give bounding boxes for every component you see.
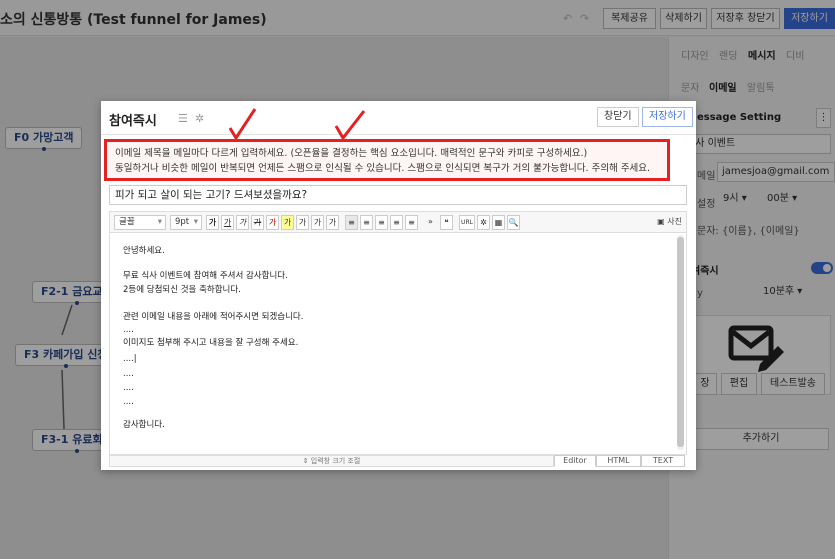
subscript-button[interactable]: 가: [311, 215, 324, 230]
warning-line: 동일하거나 비슷한 메일이 반복되면 언제든 스팸으로 인식될 수 있습니다. …: [115, 163, 651, 174]
body-line: 무료 식사 이벤트에 참여해 주셔서 감사합니다.: [123, 271, 288, 281]
font-size-select[interactable]: 9pt ▾: [170, 215, 202, 230]
body-line: 관련 이메일 내용을 아래에 적어주시면 되겠습니다.: [123, 312, 304, 322]
editor-resize-handle[interactable]: ⇕ 입력창 크기 조절: [109, 455, 554, 467]
list-icon[interactable]: ☰: [178, 112, 188, 125]
body-line: ....: [123, 397, 134, 407]
save-modal-button[interactable]: 저장하기: [642, 107, 693, 127]
table-button[interactable]: ▦: [492, 215, 505, 230]
close-modal-button[interactable]: 창닫기: [597, 107, 639, 127]
tab-text[interactable]: TEXT: [641, 455, 685, 467]
editor-scrollbar-thumb[interactable]: [677, 237, 684, 447]
body-line: ....: [123, 325, 134, 335]
tab-html[interactable]: HTML: [596, 455, 641, 467]
body-line: ....: [123, 369, 134, 379]
find-button[interactable]: 🔍: [507, 215, 520, 230]
body-line: 이미지도 첨부해 주시고 내용을 잘 구성해 주세요.: [123, 338, 299, 348]
quote-button[interactable]: ❝: [440, 215, 453, 230]
superscript-button[interactable]: 가: [296, 215, 309, 230]
modal-title: 참여즉시: [109, 114, 157, 129]
gear-icon[interactable]: ✲: [195, 112, 204, 125]
email-editor-modal: 참여즉시 ☰ ✲ 창닫기 저장하기 이메일 제목을 메일마다 다르게 입력하세요…: [101, 101, 696, 470]
font-family-select[interactable]: 글꼴 ▾: [114, 215, 166, 230]
italic-button[interactable]: 가: [236, 215, 249, 230]
annotation-check-icon: [334, 110, 366, 140]
justify-button[interactable]: ≡: [390, 215, 403, 230]
font-color-button[interactable]: 가: [266, 215, 279, 230]
line-height-button[interactable]: ≡: [405, 215, 418, 230]
more-tools-button[interactable]: »: [424, 215, 437, 230]
align-right-button[interactable]: ≡: [375, 215, 388, 230]
underline-button[interactable]: 가: [221, 215, 234, 230]
editor-toolbar: 글꼴 ▾ 9pt ▾ 가 가 가 가 가 가 가 가 가 ≡ ≡ ≡ ≡ ≡ » ❝…: [109, 211, 687, 233]
body-line: ....: [123, 383, 134, 393]
subject-warning-notice: 이메일 제목을 메일마다 다르게 입력하세요. (오픈율을 결정하는 핵심 요소…: [104, 139, 670, 181]
special-char-button[interactable]: ✲: [477, 215, 490, 230]
tab-editor[interactable]: Editor: [554, 455, 596, 467]
annotation-check-icon: [228, 108, 257, 140]
body-line: ....|: [123, 354, 137, 364]
align-left-button[interactable]: ≡: [345, 215, 358, 230]
body-line: 2등에 당첨되신 것을 축하합니다.: [123, 285, 241, 295]
strikethrough-button[interactable]: 가: [251, 215, 264, 230]
link-button[interactable]: URL: [459, 215, 475, 230]
highlight-button[interactable]: 가: [281, 215, 294, 230]
body-line: 안녕하세요.: [123, 246, 165, 256]
email-body-editor[interactable]: 안녕하세요. 무료 식사 이벤트에 참여해 주셔서 감사합니다. 2등에 당첨되…: [109, 233, 687, 455]
align-center-button[interactable]: ≡: [360, 215, 373, 230]
insert-photo-button[interactable]: ▣ 사진: [657, 216, 682, 227]
text-style-button[interactable]: 가: [326, 215, 339, 230]
email-subject-input[interactable]: 피가 되고 살이 되는 고기? 드셔보셨을까요?: [109, 185, 687, 205]
bold-button[interactable]: 가: [206, 215, 219, 230]
body-line: 감사합니다.: [123, 420, 165, 430]
modal-header: 참여즉시 ☰ ✲ 창닫기 저장하기: [101, 101, 696, 140]
warning-line: 이메일 제목을 메일마다 다르게 입력하세요. (오픈율을 결정하는 핵심 요소…: [115, 148, 588, 159]
